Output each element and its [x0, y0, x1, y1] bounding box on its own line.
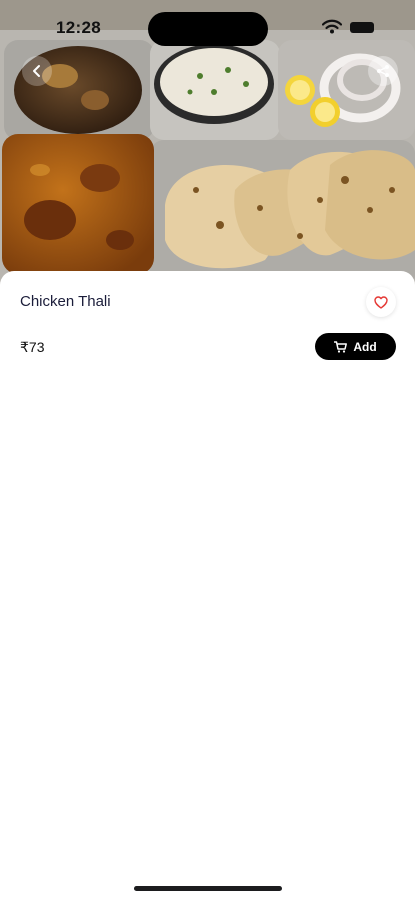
share-icon	[377, 65, 389, 77]
share-button[interactable]	[368, 56, 398, 86]
favorite-button[interactable]	[366, 287, 396, 317]
add-to-cart-button[interactable]: Add	[315, 333, 396, 360]
add-button-label: Add	[353, 339, 377, 354]
status-bar: 12:28	[0, 0, 415, 56]
status-time: 12:28	[56, 18, 101, 37]
back-button[interactable]	[22, 56, 52, 86]
cart-icon	[334, 340, 348, 353]
chevron-left-icon	[33, 65, 40, 77]
heart-icon	[374, 295, 388, 309]
wifi-icon	[322, 19, 342, 34]
dynamic-island	[148, 12, 268, 46]
product-title: Chicken Thali	[20, 293, 111, 310]
product-price: ₹73	[20, 339, 45, 355]
product-details-sheet: Chicken Thali ₹73 Add	[0, 271, 415, 900]
home-indicator	[134, 886, 282, 891]
battery-icon	[350, 22, 374, 33]
